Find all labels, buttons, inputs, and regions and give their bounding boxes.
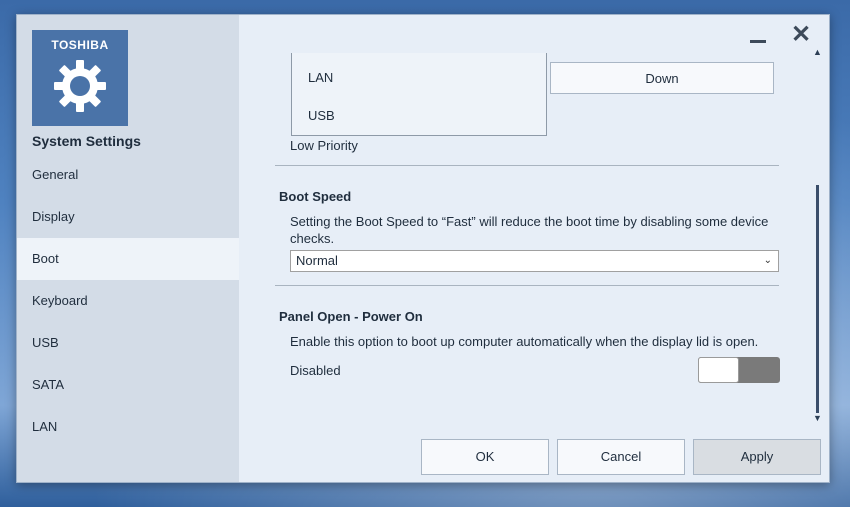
settings-window: TOSHIBA System Settings General Display … — [16, 14, 830, 483]
panel-open-description: Enable this option to boot up computer a… — [290, 334, 759, 349]
minimize-icon[interactable] — [749, 31, 767, 49]
toshiba-logo: TOSHIBA — [32, 30, 128, 126]
scroll-down-arrow-icon[interactable]: ▼ — [813, 413, 822, 423]
close-icon[interactable]: ✕ — [789, 23, 813, 47]
move-down-button[interactable]: Down — [550, 62, 774, 94]
logo-text: TOSHIBA — [51, 38, 109, 52]
content-pane: ✕ ▲ ▼ LAN USB Down Low Priority Boot Spe… — [239, 15, 829, 482]
sidebar-item-sata[interactable]: SATA — [17, 364, 239, 406]
boot-speed-title: Boot Speed — [279, 189, 352, 204]
boot-priority-list[interactable]: LAN USB — [291, 53, 547, 136]
sidebar-nav: General Display Boot Keyboard USB SATA L… — [17, 154, 239, 448]
cancel-button[interactable]: Cancel — [557, 439, 685, 475]
low-priority-label: Low Priority — [290, 138, 358, 153]
ok-button[interactable]: OK — [421, 439, 549, 475]
gear-icon — [54, 60, 106, 112]
apply-button[interactable]: Apply — [693, 439, 821, 475]
section-divider — [275, 285, 779, 286]
panel-open-title: Panel Open - Power On — [279, 309, 423, 324]
sidebar-item-lan[interactable]: LAN — [17, 406, 239, 448]
app-title: System Settings — [32, 133, 141, 149]
boot-speed-selected-value: Normal — [296, 253, 338, 268]
panel-open-state-label: Disabled — [290, 363, 341, 378]
sidebar-item-display[interactable]: Display — [17, 196, 239, 238]
toggle-knob[interactable] — [698, 357, 739, 383]
sidebar-item-keyboard[interactable]: Keyboard — [17, 280, 239, 322]
scroll-up-arrow-icon[interactable]: ▲ — [813, 47, 822, 57]
boot-speed-select[interactable]: Normal ⌄ — [290, 250, 779, 272]
sidebar-item-boot[interactable]: Boot — [17, 238, 239, 280]
boot-speed-description: Setting the Boot Speed to “Fast” will re… — [290, 214, 769, 246]
scrollbar-thumb[interactable] — [816, 185, 819, 413]
section-divider — [275, 165, 779, 166]
chevron-down-icon: ⌄ — [763, 255, 772, 266]
boot-priority-item-lan[interactable]: LAN — [308, 70, 333, 85]
panel-open-toggle[interactable] — [698, 357, 780, 383]
sidebar-item-general[interactable]: General — [17, 154, 239, 196]
boot-priority-item-usb[interactable]: USB — [308, 108, 335, 123]
sidebar-item-usb[interactable]: USB — [17, 322, 239, 364]
sidebar: TOSHIBA System Settings General Display … — [17, 15, 239, 482]
